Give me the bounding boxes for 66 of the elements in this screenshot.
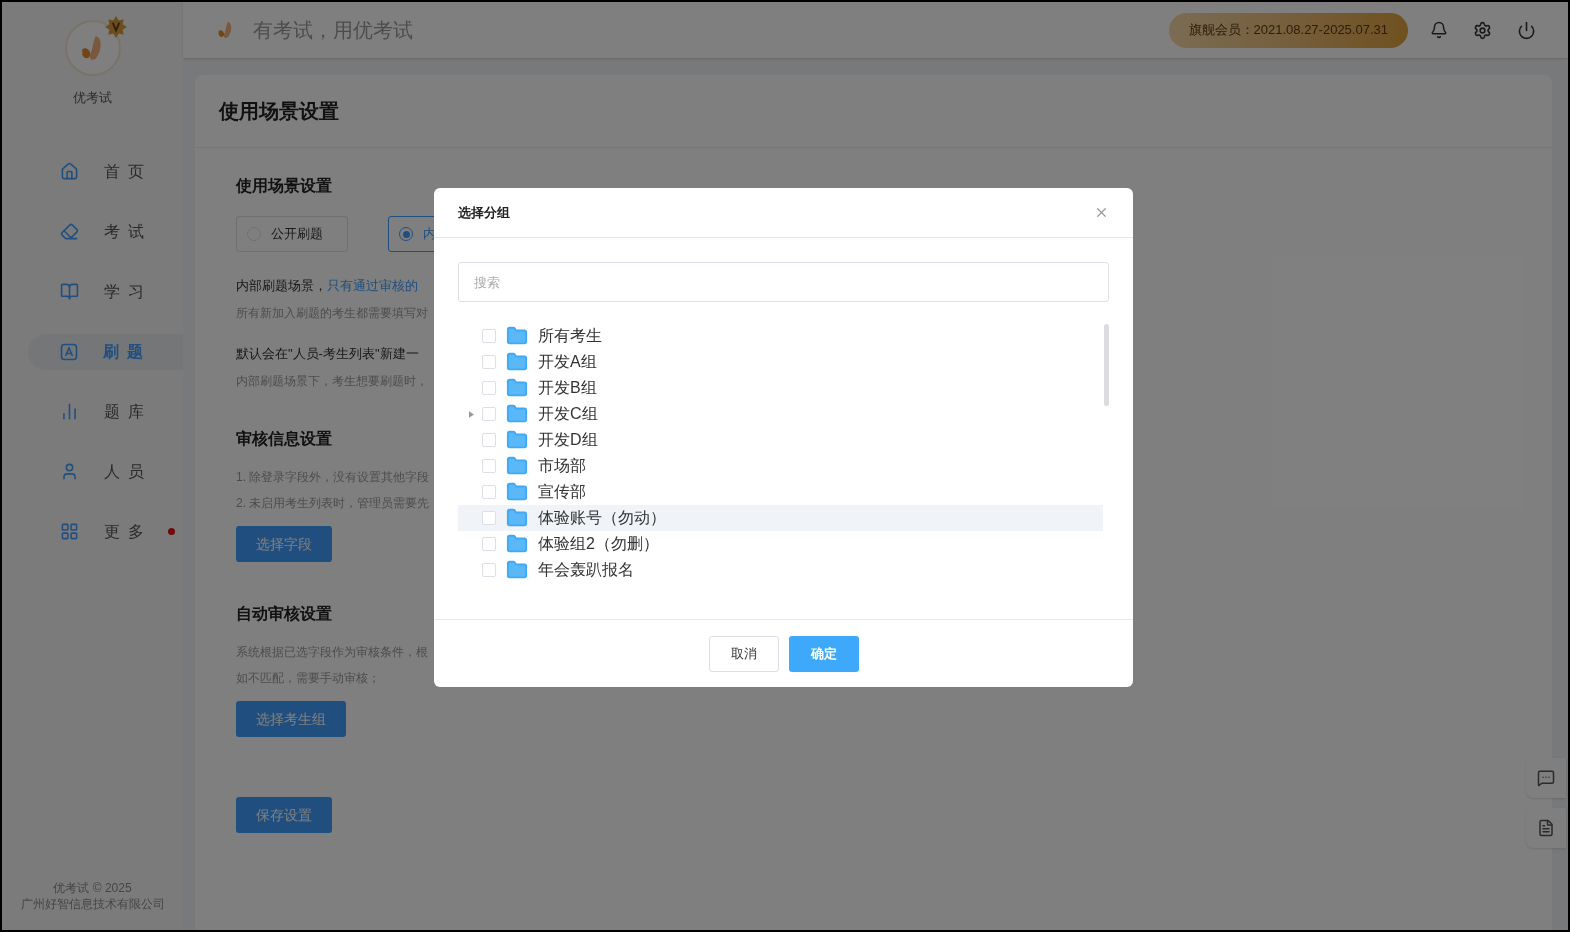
- folder-icon: [506, 429, 528, 451]
- section-heading: 使用场景设置: [236, 176, 332, 196]
- folder-icon: [506, 559, 528, 581]
- document-icon: [1537, 819, 1555, 837]
- section-heading: 审核信息设置: [236, 429, 332, 449]
- checkbox[interactable]: [482, 537, 496, 551]
- nav-item[interactable]: 学 习: [28, 273, 183, 310]
- bar-chart-icon: [60, 402, 79, 421]
- tree-item[interactable]: 开发A组: [458, 349, 1103, 375]
- tree-item[interactable]: 年会轰趴报名: [458, 557, 1103, 583]
- folder-icon: [506, 351, 528, 373]
- power-icon[interactable]: [1517, 20, 1536, 40]
- tree-item[interactable]: 市场部: [458, 453, 1103, 479]
- home-icon: [60, 162, 79, 181]
- notes-button[interactable]: [1526, 808, 1566, 848]
- settings-icon[interactable]: [1473, 20, 1492, 40]
- folder-icon: [506, 403, 528, 425]
- chat-icon: [1537, 769, 1555, 787]
- book-icon: [60, 282, 79, 301]
- cancel-button[interactable]: 取消: [708, 635, 779, 672]
- checkbox[interactable]: [482, 485, 496, 499]
- folder-icon: [506, 455, 528, 477]
- badge-icon: [104, 16, 127, 38]
- tree-item[interactable]: 所有考生: [458, 323, 1103, 349]
- folder-icon: [506, 377, 528, 399]
- page-title: 使用场景设置: [195, 75, 1552, 148]
- checkbox[interactable]: [482, 511, 496, 525]
- square-icon: [60, 342, 78, 361]
- folder-icon: [506, 533, 528, 555]
- user-icon: [60, 462, 79, 481]
- tree-item[interactable]: 体验组2（勿删）: [458, 531, 1103, 557]
- nav-item[interactable]: 考 试: [28, 213, 183, 250]
- notification-icon[interactable]: [1430, 21, 1448, 39]
- expand-arrow-icon[interactable]: [468, 410, 474, 418]
- nav-item[interactable]: 更 多: [28, 513, 183, 550]
- tree-item[interactable]: 宣传部: [458, 479, 1103, 505]
- tree-item[interactable]: 体验账号（勿动）: [458, 505, 1103, 531]
- scrollbar[interactable]: [1104, 324, 1109, 406]
- checkbox[interactable]: [482, 381, 496, 395]
- tree-item[interactable]: 开发B组: [458, 375, 1103, 401]
- folder-icon: [506, 507, 528, 529]
- checkbox[interactable]: [482, 433, 496, 447]
- tree-item[interactable]: 开发D组: [458, 427, 1103, 453]
- membership-badge: 旗舰会员：2021.08.27-2025.07.31: [1168, 12, 1408, 48]
- radio-option[interactable]: 公开刷题: [236, 216, 348, 252]
- nav-item[interactable]: 首 页: [28, 153, 183, 190]
- grid-icon: [60, 522, 79, 541]
- checkbox[interactable]: [482, 355, 496, 369]
- nav-item[interactable]: 人 员: [28, 453, 183, 490]
- tree-item[interactable]: 开发C组: [458, 401, 1103, 427]
- feedback-button[interactable]: [1526, 758, 1566, 798]
- description-text: 内部刷题场景，只有通过审核的: [236, 277, 419, 295]
- section-heading: 自动审核设置: [236, 604, 332, 624]
- nav-item[interactable]: 题 库: [28, 393, 183, 430]
- checkbox[interactable]: [482, 563, 496, 577]
- checkbox[interactable]: [482, 407, 496, 421]
- checkbox[interactable]: [482, 329, 496, 343]
- checkbox[interactable]: [482, 459, 496, 473]
- brand-name: 优考试: [73, 89, 112, 107]
- confirm-button[interactable]: 确定: [788, 635, 859, 672]
- close-icon[interactable]: [1094, 205, 1109, 220]
- folder-icon: [506, 481, 528, 503]
- dialog-title: 选择分组: [458, 203, 510, 222]
- eraser-icon: [60, 222, 79, 241]
- folder-icon: [506, 325, 528, 347]
- search-field[interactable]: 搜索: [458, 262, 1109, 302]
